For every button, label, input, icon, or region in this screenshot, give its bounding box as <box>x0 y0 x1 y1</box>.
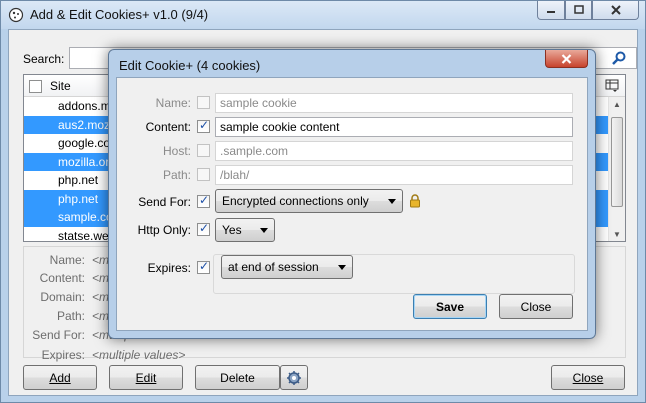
detail-row: Expires: <multiple values> <box>24 348 625 366</box>
window-controls <box>537 1 639 20</box>
save-button-label: Save <box>435 299 465 314</box>
search-label: Search: <box>23 52 65 66</box>
http-only-value: Yes <box>222 223 242 237</box>
add-button-label: Add <box>49 370 71 385</box>
lock-icon <box>410 194 420 208</box>
settings-button[interactable] <box>280 365 308 390</box>
detail-label: Expires: <box>41 348 85 362</box>
cookie-app-icon <box>8 7 24 23</box>
column-picker-icon[interactable] <box>605 79 619 93</box>
edit-cookie-dialog: Edit Cookie+ (4 cookies) Name: sample co… <box>108 49 596 339</box>
maximize-button[interactable] <box>565 1 592 20</box>
delete-button-label: Delete <box>220 370 255 385</box>
list-item-site: mozilla.or <box>58 154 110 169</box>
detail-label: Path: <box>56 309 85 323</box>
content-label: Content: <box>145 120 191 134</box>
host-checkbox[interactable] <box>197 144 210 157</box>
detail-label: Domain: <box>40 290 85 304</box>
close-button[interactable]: Close <box>551 365 625 390</box>
minimize-button[interactable] <box>537 1 565 20</box>
main-title-bar[interactable]: Add & Edit Cookies+ v1.0 (9/4) <box>1 1 645 29</box>
content-field[interactable]: sample cookie content <box>215 117 573 137</box>
search-icon[interactable] <box>611 50 627 66</box>
list-item-site: aus2.mozi <box>58 117 113 132</box>
name-checkbox[interactable] <box>197 96 210 109</box>
minimize-icon <box>547 11 555 13</box>
http-only-label: Http Only: <box>137 223 191 237</box>
checkmark-icon: ✓ <box>199 118 210 132</box>
delete-button[interactable]: Delete <box>195 365 280 390</box>
close-icon <box>610 5 621 15</box>
expires-label: Expires: <box>147 261 191 275</box>
main-window-title: Add & Edit Cookies+ v1.0 (9/4) <box>30 7 209 22</box>
chevron-down-icon <box>260 228 268 233</box>
path-checkbox[interactable] <box>197 168 210 181</box>
host-field[interactable]: .sample.com <box>215 141 573 161</box>
list-item-site: google.co <box>58 136 111 150</box>
http-only-checkbox[interactable]: ✓ <box>197 221 210 236</box>
detail-value: <multiple values> <box>92 348 186 362</box>
detail-label: Send For: <box>32 328 85 342</box>
name-field[interactable]: sample cookie <box>215 93 573 113</box>
close-button-label: Close <box>572 370 604 385</box>
dialog-title[interactable]: Edit Cookie+ (4 cookies) <box>119 58 260 73</box>
expires-checkbox[interactable]: ✓ <box>197 259 210 274</box>
list-item-site: php.net <box>58 191 99 206</box>
list-item-site: php.net <box>58 173 99 187</box>
expires-value: at end of session <box>228 260 319 274</box>
path-field[interactable]: /blah/ <box>215 165 573 185</box>
list-item-site: addons.m <box>58 99 111 113</box>
dialog-close-button[interactable] <box>545 50 588 68</box>
send-for-label: Send For: <box>138 195 191 209</box>
checkmark-icon: ✓ <box>199 221 210 235</box>
send-for-dropdown[interactable]: Encrypted connections only <box>215 189 403 213</box>
scroll-down-icon[interactable]: ▼ <box>613 230 621 239</box>
scrollbar-thumb[interactable] <box>611 117 623 207</box>
dialog-close-button-label: Close <box>520 299 552 314</box>
send-for-value: Encrypted connections only <box>222 194 369 208</box>
path-label: Path: <box>162 168 191 182</box>
name-label: Name: <box>155 96 191 110</box>
content-checkbox[interactable]: ✓ <box>197 118 210 133</box>
chevron-down-icon <box>338 265 346 270</box>
add-button[interactable]: Add <box>23 365 97 390</box>
list-item-site: statse.web <box>58 228 116 242</box>
dialog-client-area: Name: sample cookie Content: ✓ sample co… <box>116 77 588 331</box>
scroll-up-icon[interactable]: ▲ <box>613 100 621 109</box>
send-for-checkbox[interactable]: ✓ <box>197 193 210 208</box>
http-only-dropdown[interactable]: Yes <box>215 218 275 242</box>
edit-button-label: Edit <box>135 370 157 385</box>
save-button[interactable]: Save <box>413 294 487 319</box>
close-icon <box>561 53 572 64</box>
gear-icon <box>287 370 301 385</box>
detail-label: Content: <box>39 271 85 285</box>
select-all-checkbox[interactable] <box>29 80 42 93</box>
checkmark-icon: ✓ <box>199 193 210 207</box>
edit-button[interactable]: Edit <box>109 365 183 390</box>
list-item-site: sample.co <box>58 210 113 224</box>
host-label: Host: <box>162 144 191 158</box>
expires-dropdown[interactable]: at end of session <box>221 255 353 279</box>
column-header-site[interactable]: Site <box>50 79 71 93</box>
window-close-button[interactable] <box>592 1 639 20</box>
detail-label: Name: <box>49 253 85 267</box>
chevron-down-icon <box>388 199 396 204</box>
maximize-icon <box>573 5 584 14</box>
list-scrollbar[interactable]: ▲ ▼ <box>608 97 625 241</box>
checkmark-icon: ✓ <box>199 259 210 273</box>
dialog-close-action-button[interactable]: Close <box>499 294 573 319</box>
